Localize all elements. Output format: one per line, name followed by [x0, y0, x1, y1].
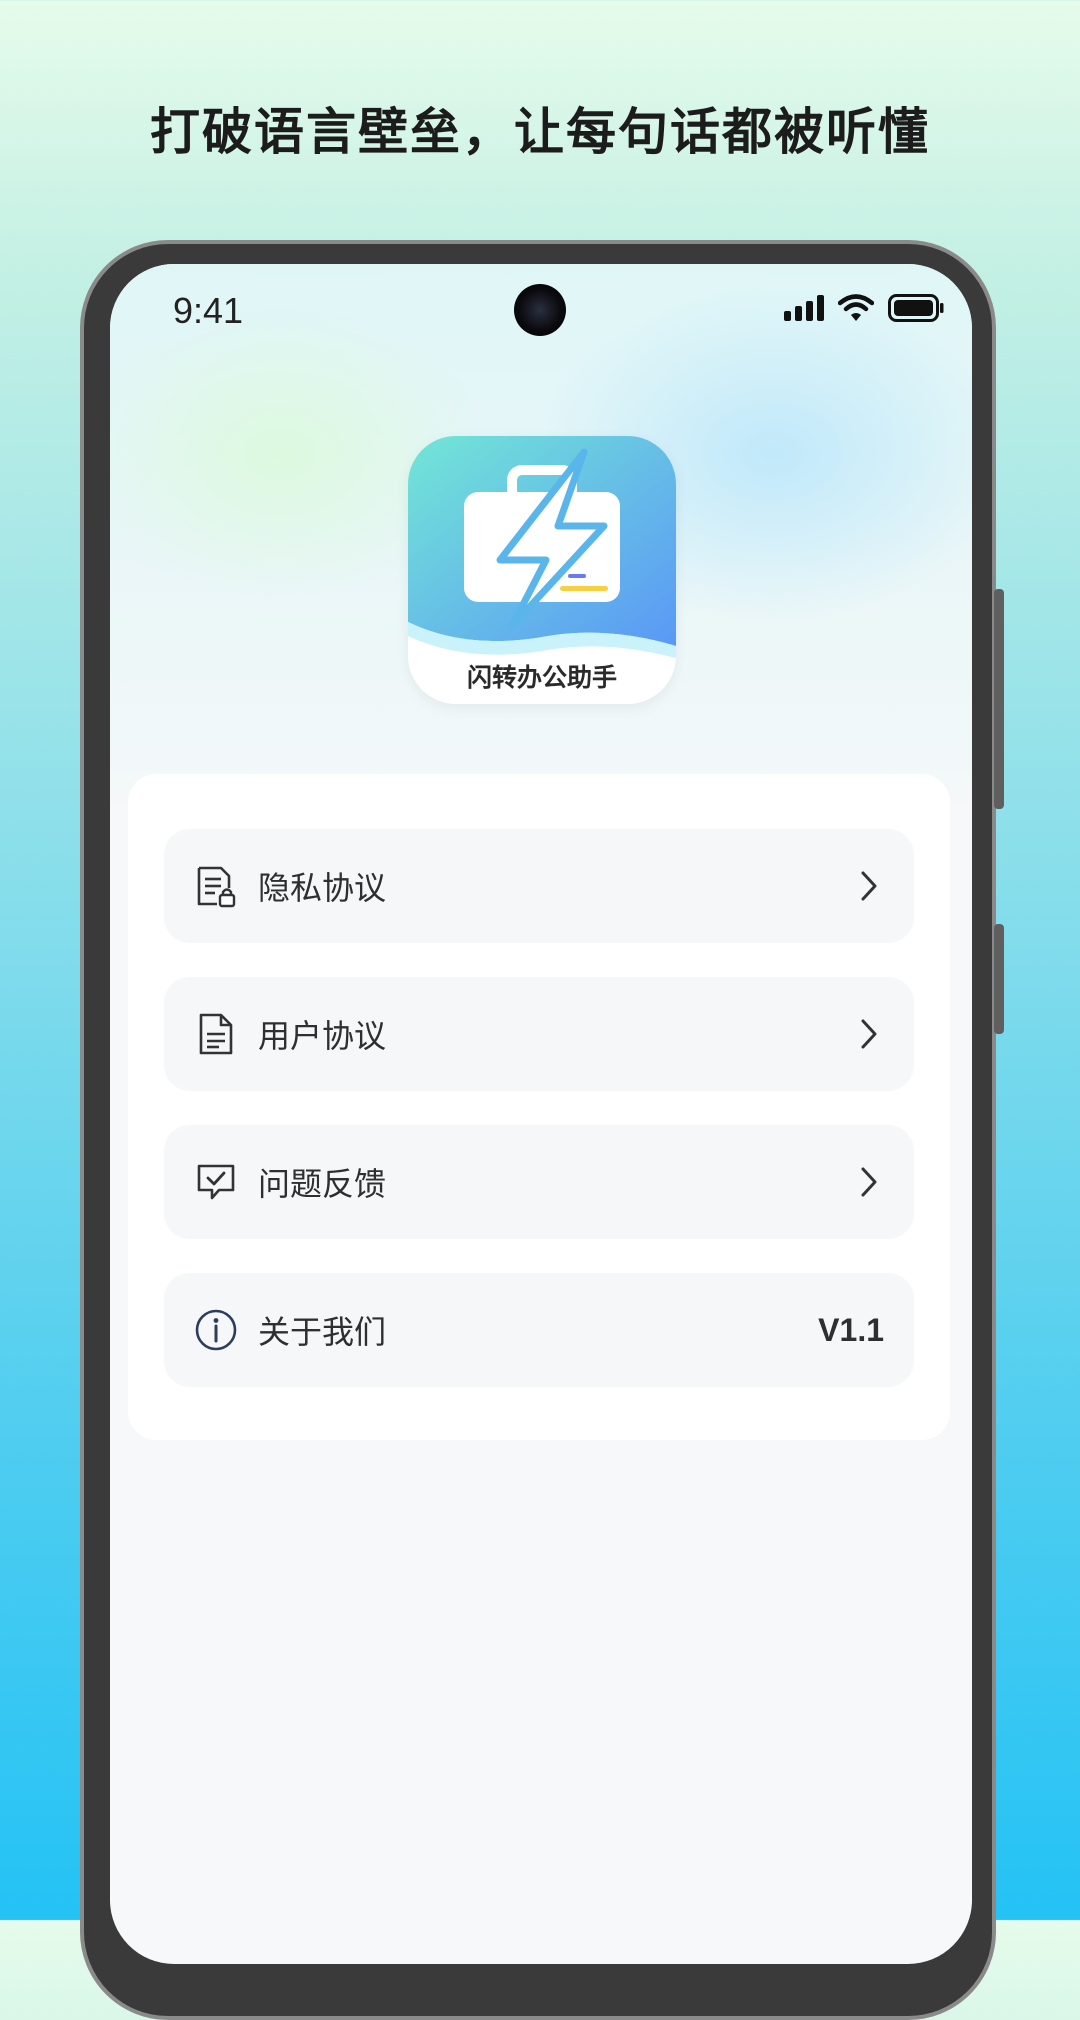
wifi-icon [837, 294, 875, 326]
menu-item-feedback[interactable]: 问题反馈 [164, 1125, 914, 1239]
promo-headline: 打破语言壁垒，让每句话都被听懂 [150, 103, 930, 161]
version-label: V1.1 [818, 1311, 884, 1348]
signal-icon [784, 295, 824, 325]
menu-item-label: 问题反馈 [258, 1165, 387, 1203]
phone-screen: 9:41 闪转办公助手 隐私协议 用户协议 问题反馈 关于我们 V1.1 [110, 264, 972, 1964]
status-time: 9:41 [173, 290, 244, 331]
app-icon: 闪转办公助手 [408, 436, 676, 704]
chevron-right-icon [854, 1016, 884, 1052]
menu-item-user-agreement[interactable]: 用户协议 [164, 977, 914, 1091]
menu-item-label: 关于我们 [258, 1313, 387, 1351]
status-icons [784, 294, 944, 326]
menu-item-label: 用户协议 [258, 1017, 387, 1055]
phone-side-button [994, 589, 1004, 809]
app-name: 闪转办公助手 [466, 663, 617, 692]
chevron-right-icon [854, 868, 884, 904]
battery-icon [888, 294, 944, 326]
menu-item-label: 隐私协议 [258, 869, 387, 907]
menu-item-about-us[interactable]: 关于我们 V1.1 [164, 1273, 914, 1387]
feedback-message-icon [194, 1160, 238, 1204]
chevron-right-icon [854, 1164, 884, 1200]
privacy-document-icon [194, 864, 238, 908]
phone-side-button [994, 924, 1004, 1034]
document-icon [194, 1012, 238, 1056]
front-camera [514, 284, 566, 336]
settings-card: 隐私协议 用户协议 问题反馈 关于我们 V1.1 [128, 774, 950, 1440]
menu-item-privacy-policy[interactable]: 隐私协议 [164, 829, 914, 943]
info-icon [194, 1308, 238, 1352]
